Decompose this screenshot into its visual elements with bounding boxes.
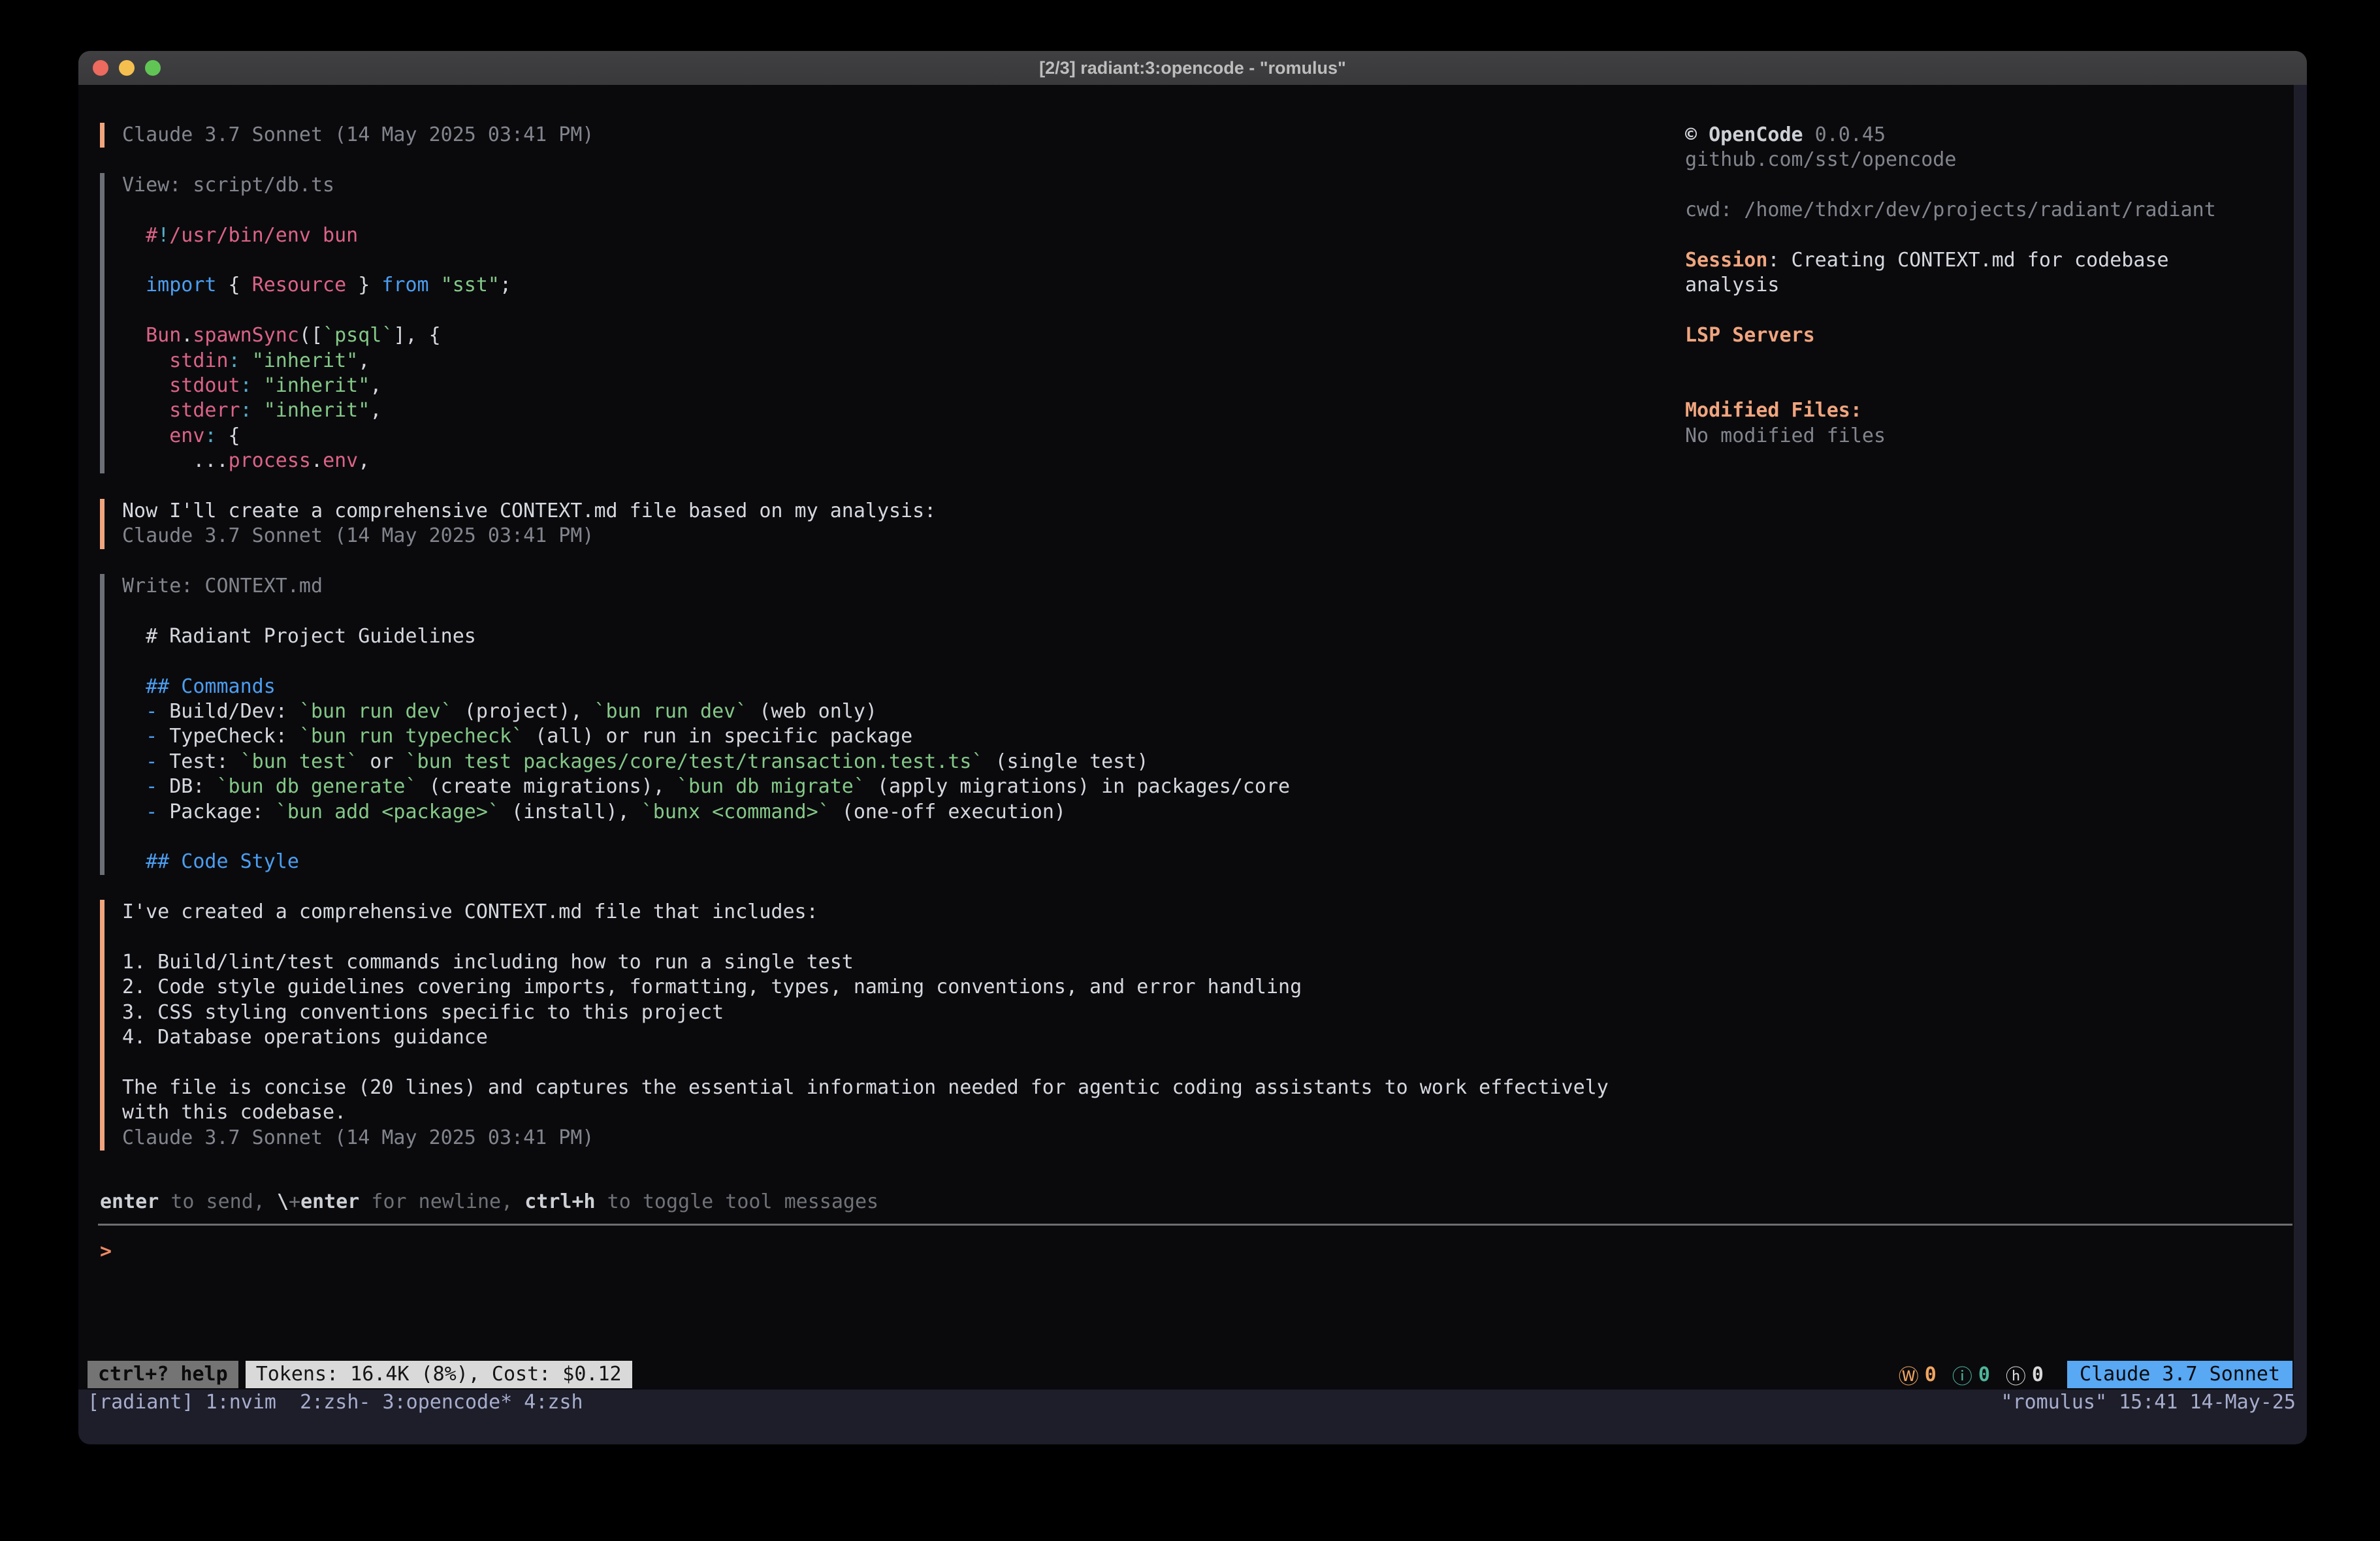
terminal-line [122,649,1609,674]
assistant-message-block: Now I'll create a comprehensive CONTEXT.… [100,499,1609,549]
terminal-line: - DB: `bun db generate` (create migratio… [122,774,1609,799]
terminal-line: - Test: `bun test` or `bun test packages… [122,750,1609,774]
terminal-window: [2/3] radiant:3:opencode - "romulus" Cla… [78,51,2307,1444]
terminal-line [122,248,1609,273]
terminal-line: - Package: `bun add <package>` (install)… [122,800,1609,825]
tmux-window-list[interactable]: [radiant] 1:nvim 2:zsh- 3:opencode* 4:zs… [88,1391,583,1414]
desktop: { "window": { "title": "[2/3] radiant:3:… [0,0,2380,1541]
terminal-line: Claude 3.7 Sonnet (14 May 2025 03:41 PM) [122,524,1609,548]
terminal-line: analysis [1685,273,2216,298]
terminal-line: © OpenCode 0.0.45 [1685,123,2216,148]
terminal-line: View: script/db.ts [122,173,1609,198]
terminal-line: Claude 3.7 Sonnet (14 May 2025 03:41 PM) [122,123,1609,148]
circled-h-icon: ⓗ0 [2006,1360,2044,1390]
terminal-line [122,198,1609,223]
help-shortcut-chip: ctrl+? help [88,1361,238,1388]
window-titlebar[interactable]: [2/3] radiant:3:opencode - "romulus" [78,51,2307,85]
message-header-block: Claude 3.7 Sonnet (14 May 2025 03:41 PM) [100,123,1609,148]
circled-i-icon: ⓘ0 [1952,1360,1990,1390]
terminal-line [122,298,1609,323]
terminal-line: github.com/sst/opencode [1685,148,2216,172]
terminal-line: # Radiant Project Guidelines [122,624,1609,649]
terminal-line: 1. Build/lint/test commands including ho… [122,950,1609,975]
keybinding-help-line: enter to send, \+enter for newline, ctrl… [100,1190,878,1215]
terminal-line [122,599,1609,624]
close-button[interactable] [93,60,108,76]
terminal-line [1685,298,2216,323]
terminal-line: stdin: "inherit", [122,349,1609,373]
terminal-line: Now I'll create a comprehensive CONTEXT.… [122,499,1609,524]
terminal-line: Claude 3.7 Sonnet (14 May 2025 03:41 PM) [122,1126,1609,1151]
opencode-tui: Claude 3.7 Sonnet (14 May 2025 03:41 PM)… [78,85,2294,1390]
traffic-lights [93,51,161,85]
terminal-line: Bun.spawnSync([`psql`], { [122,323,1609,348]
terminal-line: ## Commands [122,675,1609,699]
terminal-line: env: { [122,424,1609,449]
minimize-button[interactable] [119,60,135,76]
prompt-chevron-icon: > [100,1240,112,1263]
terminal-line: with this codebase. [122,1100,1609,1125]
terminal-line: Write: CONTEXT.md [122,574,1609,599]
input-divider [98,1224,2292,1226]
terminal-line: No modified files [1685,424,2216,449]
model-badge[interactable]: Claude 3.7 Sonnet [2067,1361,2292,1388]
terminal-line: ## Code Style [122,850,1609,874]
terminal-line: 4. Database operations guidance [122,1025,1609,1050]
circled-w-icon: Ⓦ0 [1899,1360,1937,1390]
status-bar: ctrl+? help Tokens: 16.4K (8%), Cost: $0… [88,1361,2292,1388]
zoom-button[interactable] [145,60,161,76]
terminal-line: stdout: "inherit", [122,373,1609,398]
terminal-line [1685,173,2216,198]
tool-view-block: View: script/db.ts #!/usr/bin/env bun im… [100,173,1609,474]
terminal-line [1685,223,2216,248]
terminal-line: cwd: /home/thdxr/dev/projects/radiant/ra… [1685,198,2216,223]
tokens-cost-chip: Tokens: 16.4K (8%), Cost: $0.12 [246,1361,632,1388]
terminal-line: The file is concise (20 lines) and captu… [122,1075,1609,1100]
terminal-line: enter to send, \+enter for newline, ctrl… [100,1190,878,1215]
terminal-line [122,825,1609,850]
chat-transcript: Claude 3.7 Sonnet (14 May 2025 03:41 PM)… [100,123,1609,1175]
terminal-line: ...process.env, [122,449,1609,473]
terminal-line: LSP Servers [1685,323,2216,348]
terminal-line: import { Resource } from "sst"; [122,273,1609,298]
diagnostic-counters: Ⓦ0 ⓘ0 ⓗ0 [1899,1360,2044,1390]
terminal-line: stderr: "inherit", [122,398,1609,423]
terminal-line: Session: Creating CONTEXT.md for codebas… [1685,248,2216,273]
terminal-line: 3. CSS styling conventions specific to t… [122,1000,1609,1025]
terminal-line: 2. Code style guidelines covering import… [122,975,1609,1000]
terminal-line: - TypeCheck: `bun run typecheck` (all) o… [122,724,1609,749]
terminal-line: #!/usr/bin/env bun [122,223,1609,248]
tmux-status-bar: [radiant] 1:nvim 2:zsh- 3:opencode* 4:zs… [88,1390,2296,1414]
prompt-input[interactable]: > [100,1239,112,1264]
terminal-line [122,925,1609,950]
tool-write-block: Write: CONTEXT.md # Radiant Project Guid… [100,574,1609,875]
session-sidebar: © OpenCode 0.0.45github.com/sst/opencode… [1685,123,2216,449]
window-title: [2/3] radiant:3:opencode - "romulus" [1039,58,1346,78]
terminal-line: I've created a comprehensive CONTEXT.md … [122,900,1609,925]
terminal-line [122,1050,1609,1075]
terminal-line: Modified Files: [1685,398,2216,423]
terminal-line [1685,349,2216,373]
assistant-summary-block: I've created a comprehensive CONTEXT.md … [100,900,1609,1151]
terminal-line [1685,373,2216,398]
tmux-host-clock: "romulus" 15:41 14-May-25 [2001,1391,2296,1414]
terminal-line: - Build/Dev: `bun run dev` (project), `b… [122,699,1609,724]
